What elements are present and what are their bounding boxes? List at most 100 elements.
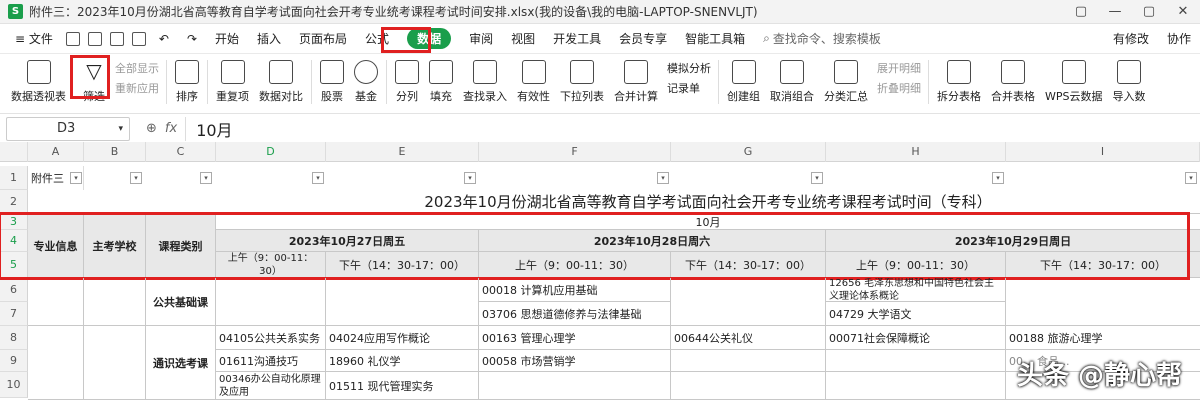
row-header-7[interactable]: 7	[0, 302, 28, 326]
filter-dropdown-h1[interactable]: ▾	[811, 172, 823, 184]
row-header-9[interactable]: 9	[0, 350, 28, 372]
header-course-type[interactable]: 课程类别	[146, 214, 216, 278]
expand-detail-button[interactable]: 展开明细	[877, 60, 921, 76]
tab-data[interactable]: 数据	[398, 28, 460, 49]
cell-f10[interactable]	[479, 372, 671, 400]
merge-sheet-button[interactable]: 合并表格	[986, 60, 1040, 104]
tab-home[interactable]: 开始	[206, 30, 248, 47]
cell-d10[interactable]: 00346办公自动化原理及应用	[216, 372, 326, 400]
tab-member[interactable]: 会员专享	[610, 30, 676, 47]
has-changes-button[interactable]: 有修改	[1104, 30, 1158, 47]
import-data-button[interactable]: 导入数	[1108, 60, 1151, 104]
header-day1[interactable]: 2023年10月27日周五	[216, 230, 479, 252]
minimize-button[interactable]: —	[1098, 4, 1132, 19]
create-group-button[interactable]: 创建组	[722, 60, 765, 104]
filter-dropdown-c1[interactable]: ▾	[130, 172, 142, 184]
sort-button[interactable]: 排序	[170, 60, 204, 104]
row-header-10[interactable]: 10	[0, 372, 28, 398]
ungroup-button[interactable]: 取消组合	[765, 60, 819, 104]
column-header-g[interactable]: G	[671, 142, 826, 162]
header-day2[interactable]: 2023年10月28日周六	[479, 230, 826, 252]
reapply-button[interactable]: 重新应用	[115, 80, 159, 96]
stock-button[interactable]: 股票	[315, 60, 349, 104]
row-header-4[interactable]: 4	[0, 230, 28, 252]
column-header-c[interactable]: C	[146, 142, 216, 162]
lookup-entry-button[interactable]: 查找录入	[458, 60, 512, 104]
header-month[interactable]: 10月	[216, 214, 1200, 230]
data-compare-button[interactable]: 数据对比	[254, 60, 308, 104]
maximize-button[interactable]: ▢	[1132, 4, 1166, 19]
category-general[interactable]: 通识选考课	[146, 326, 216, 400]
header-day3[interactable]: 2023年10月29日周日	[826, 230, 1200, 252]
column-header-i[interactable]: I	[1006, 142, 1200, 162]
cell-h9[interactable]	[826, 350, 1006, 372]
filter-dropdown-d1[interactable]: ▾	[200, 172, 212, 184]
redo-icon[interactable]: ↷	[178, 32, 206, 46]
row-header-2[interactable]: 2	[0, 190, 28, 214]
header-e5-pm[interactable]: 下午（14：30-17：00）	[326, 252, 479, 278]
cell-f8[interactable]: 00163 管理心理学	[479, 326, 671, 350]
split-sheet-button[interactable]: 拆分表格	[932, 60, 986, 104]
cell-d8[interactable]: 04105公共关系实务	[216, 326, 326, 350]
cell-i8[interactable]: 00188 旅游心理学	[1006, 326, 1200, 350]
cell-e10[interactable]: 01511 现代管理实务	[326, 372, 479, 400]
tab-review[interactable]: 审阅	[460, 30, 502, 47]
validity-button[interactable]: 有效性	[512, 60, 555, 104]
cell-h10[interactable]	[826, 372, 1006, 400]
column-header-b[interactable]: B	[84, 142, 146, 162]
column-header-e[interactable]: E	[326, 142, 479, 162]
cell-g9[interactable]	[671, 350, 826, 372]
row-header-8[interactable]: 8	[0, 326, 28, 350]
cell-h8[interactable]: 00071社会保障概论	[826, 326, 1006, 350]
dropdown-list-button[interactable]: 下拉列表	[555, 60, 609, 104]
fund-button[interactable]: 基金	[349, 60, 383, 104]
show-all-button[interactable]: 全部显示	[115, 60, 159, 76]
cell-f9[interactable]: 00058 市场营销学	[479, 350, 671, 372]
fill-button[interactable]: 填充	[424, 60, 458, 104]
column-header-h[interactable]: H	[826, 142, 1006, 162]
header-f5-am[interactable]: 上午（9：00-11：30）	[479, 252, 671, 278]
header-i5-pm[interactable]: 下午（14：30-17：00）	[1006, 252, 1200, 278]
filter-dropdown-e1[interactable]: ▾	[312, 172, 324, 184]
row-header-6[interactable]: 6	[0, 278, 28, 302]
cell-h7[interactable]: 04729 大学语文	[826, 302, 1006, 326]
column-header-d[interactable]: D	[216, 142, 326, 162]
zoom-icon[interactable]: ⊕	[146, 121, 157, 136]
column-header-f[interactable]: F	[479, 142, 671, 162]
tab-smart-toolbox[interactable]: 智能工具箱	[676, 30, 754, 47]
cell-b6[interactable]	[84, 278, 146, 326]
filter-dropdown-f1[interactable]: ▾	[464, 172, 476, 184]
split-column-button[interactable]: 分列	[390, 60, 424, 104]
pivot-table-button[interactable]: 数据透视表	[6, 60, 71, 104]
cell-g10[interactable]	[671, 372, 826, 400]
preview-icon[interactable]	[131, 31, 146, 46]
header-school[interactable]: 主考学校	[84, 214, 146, 278]
collapse-detail-button[interactable]: 折叠明细	[877, 80, 921, 96]
fx-icon[interactable]: fx	[165, 121, 177, 136]
header-d5-am[interactable]: 上午（9：00-11：30）	[216, 252, 326, 278]
cell-g8[interactable]: 00644公关礼仪	[671, 326, 826, 350]
select-all-corner[interactable]	[0, 142, 28, 162]
cell-f7[interactable]: 03706 思想道德修养与法律基础	[479, 302, 671, 326]
duplicates-button[interactable]: 重复项	[211, 60, 254, 104]
what-if-button[interactable]: 模拟分析	[667, 60, 711, 76]
cell-a6[interactable]	[28, 278, 84, 326]
undo-icon[interactable]: ↶	[150, 32, 178, 46]
cell-i6[interactable]	[1006, 278, 1200, 326]
filter-button[interactable]: ▽ 筛选	[77, 60, 111, 104]
subtotal-button[interactable]: 分类汇总	[819, 60, 873, 104]
close-button[interactable]: ✕	[1166, 4, 1200, 19]
tab-view[interactable]: 视图	[502, 30, 544, 47]
cell-a8[interactable]	[28, 326, 84, 400]
wps-cloud-data-button[interactable]: WPS云数据	[1040, 60, 1108, 104]
cell-g6[interactable]	[671, 278, 826, 326]
tab-page-layout[interactable]: 页面布局	[290, 30, 356, 47]
print-icon[interactable]	[109, 31, 124, 46]
cell-e9[interactable]: 18960 礼仪学	[326, 350, 479, 372]
filter-dropdown-i1[interactable]: ▾	[992, 172, 1004, 184]
cell-d6[interactable]	[216, 278, 326, 326]
cell-d9[interactable]: 01611沟通技巧	[216, 350, 326, 372]
cell-e6[interactable]	[326, 278, 479, 326]
category-public[interactable]: 公共基础课	[146, 278, 216, 326]
filter-dropdown-j1[interactable]: ▾	[1185, 172, 1197, 184]
